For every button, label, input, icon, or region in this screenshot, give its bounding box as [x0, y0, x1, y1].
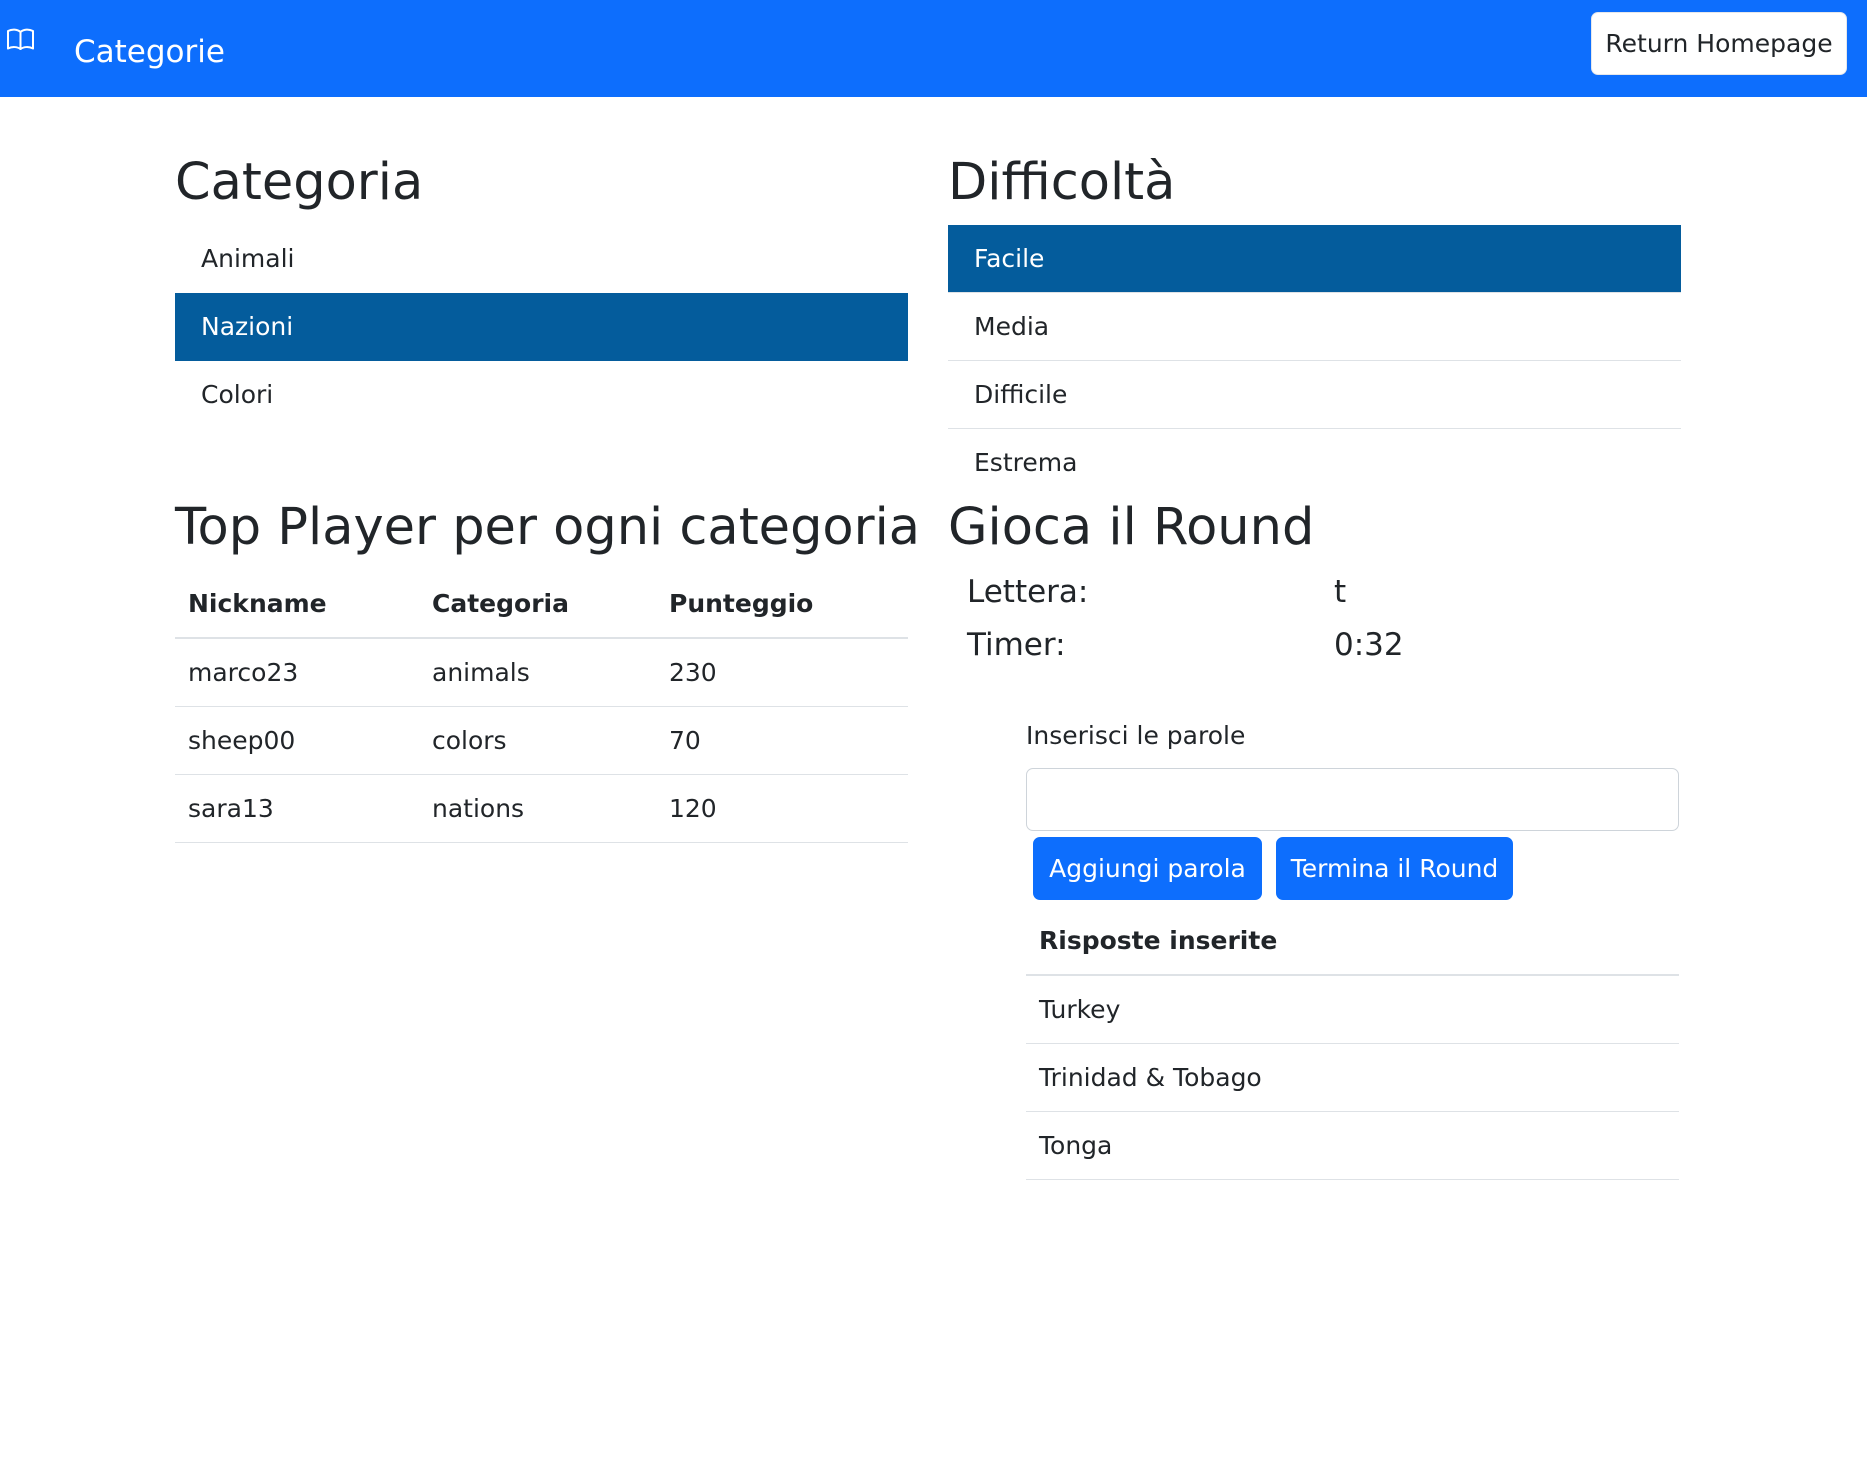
answer-row: Tonga [1026, 1111, 1679, 1180]
letter-value: t [1334, 574, 1347, 610]
answer-row: Trinidad & Tobago [1026, 1043, 1679, 1112]
answers-header-row: Risposte inserite [1026, 907, 1679, 976]
column-header-category: Categoria [419, 570, 656, 639]
answers-header: Risposte inserite [1026, 907, 1679, 976]
table-row: sheep00 colors 70 [175, 706, 908, 775]
category-item-nazioni[interactable]: Nazioni [175, 293, 908, 361]
word-input[interactable] [1026, 768, 1679, 831]
difficulty-title: Difficoltà [948, 153, 1176, 212]
navbar-brand[interactable]: Categorie [74, 32, 225, 72]
table-row: sara13 nations 120 [175, 774, 908, 843]
end-round-button[interactable]: Termina il Round [1276, 837, 1513, 900]
answer-cell: Turkey [1026, 975, 1679, 1044]
nickname-cell: sara13 [175, 774, 419, 843]
timer-value: 0:32 [1334, 627, 1404, 663]
difficulty-list: Facile Media Difficile Estrema [948, 225, 1681, 497]
category-cell: animals [419, 638, 656, 707]
category-list: Animali Nazioni Colori [175, 225, 908, 429]
column-header-nickname: Nickname [175, 570, 419, 639]
category-item-colori[interactable]: Colori [175, 361, 908, 429]
return-homepage-button[interactable]: Return Homepage [1591, 12, 1847, 75]
score-cell: 120 [656, 774, 908, 843]
top-players-title: Top Player per ogni categoria [175, 498, 921, 557]
nickname-cell: marco23 [175, 638, 419, 707]
nickname-cell: sheep00 [175, 706, 419, 775]
difficulty-item-media[interactable]: Media [948, 293, 1681, 361]
book-icon[interactable] [5, 27, 37, 53]
answer-cell: Trinidad & Tobago [1026, 1043, 1679, 1112]
column-header-score: Punteggio [656, 570, 908, 639]
category-cell: nations [419, 774, 656, 843]
answer-cell: Tonga [1026, 1111, 1679, 1180]
score-cell: 230 [656, 638, 908, 707]
add-word-button[interactable]: Aggiungi parola [1033, 837, 1262, 900]
word-input-label: Inserisci le parole [1026, 721, 1246, 750]
answer-row: Turkey [1026, 975, 1679, 1044]
table-row: marco23 animals 230 [175, 638, 908, 707]
difficulty-item-facile[interactable]: Facile [948, 225, 1681, 293]
answers-table: Risposte inserite Turkey Trinidad & Tobag… [1026, 907, 1679, 1180]
navbar: Categorie Return Homepage [0, 0, 1867, 97]
category-title: Categoria [175, 153, 424, 212]
timer-label: Timer: [967, 627, 1066, 663]
category-cell: colors [419, 706, 656, 775]
table-header-row: Nickname Categoria Punteggio [175, 570, 908, 639]
top-players-table: Nickname Categoria Punteggio marco23 anim… [175, 570, 908, 843]
difficulty-item-estrema[interactable]: Estrema [948, 429, 1681, 497]
round-title: Gioca il Round [948, 498, 1315, 557]
category-item-animali[interactable]: Animali [175, 225, 908, 293]
score-cell: 70 [656, 706, 908, 775]
difficulty-item-difficile[interactable]: Difficile [948, 361, 1681, 429]
letter-label: Lettera: [967, 574, 1089, 610]
